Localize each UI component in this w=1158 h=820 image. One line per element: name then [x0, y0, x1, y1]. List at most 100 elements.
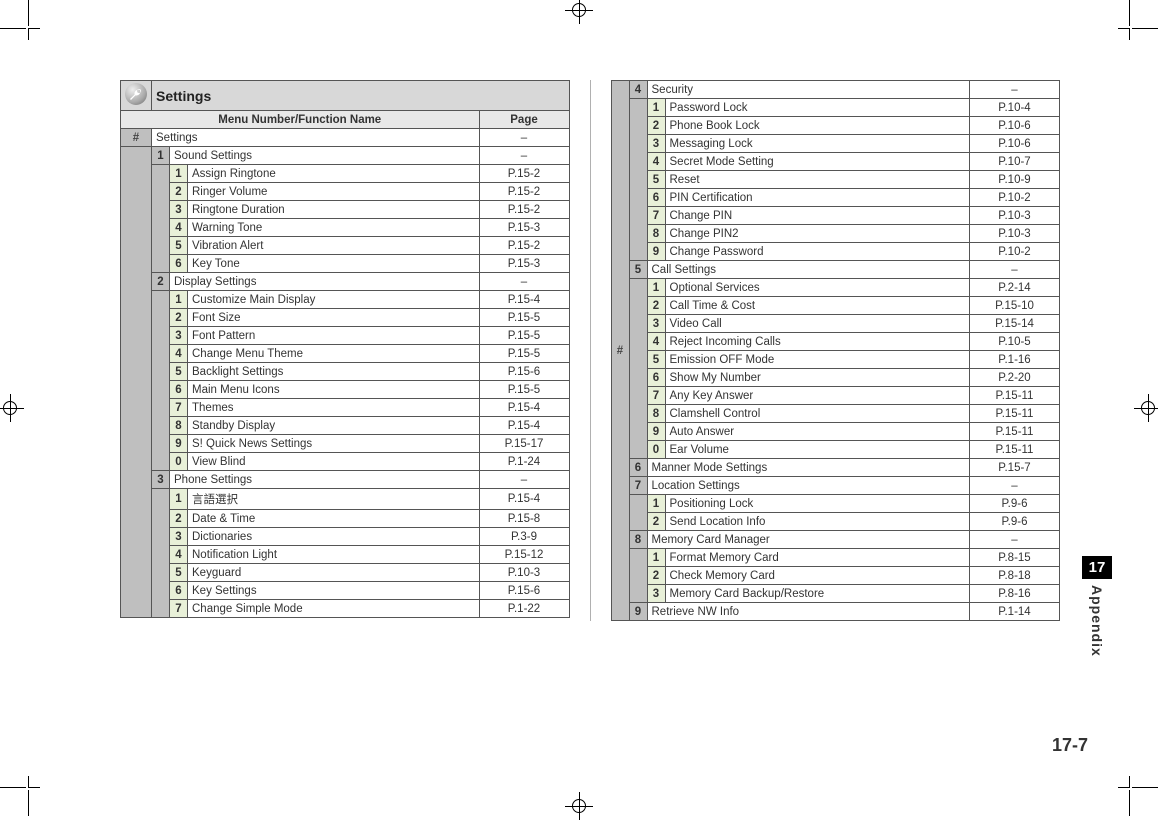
- item-page: P.10-4: [970, 99, 1060, 117]
- item-num: 3: [170, 528, 188, 546]
- item-name: Clamshell Control: [665, 405, 970, 423]
- item-num: 1: [170, 489, 188, 510]
- item-name: Reset: [665, 171, 970, 189]
- item-num: 9: [647, 243, 665, 261]
- crop-mark: [28, 776, 40, 788]
- item-page: P.10-7: [970, 153, 1060, 171]
- item-name: Secret Mode Setting: [665, 153, 970, 171]
- crop-mark: [0, 787, 26, 788]
- group-name: Phone Settings: [170, 471, 480, 489]
- item-name: Vibration Alert: [188, 237, 480, 255]
- item-name: Notification Light: [188, 546, 480, 564]
- item-page: P.10-6: [970, 135, 1060, 153]
- item-page: P.15-2: [479, 201, 569, 219]
- item-page: P.15-11: [970, 423, 1060, 441]
- item-num: 1: [170, 165, 188, 183]
- item-name: Reject Incoming Calls: [665, 333, 970, 351]
- item-num: 6: [170, 381, 188, 399]
- crop-mark: [1129, 790, 1130, 816]
- hash-cell: #: [611, 81, 629, 621]
- group-page: –: [970, 531, 1060, 549]
- item-page: P.8-16: [970, 585, 1060, 603]
- crop-mark: [0, 28, 26, 29]
- item-name: Key Tone: [188, 255, 480, 273]
- item-num: 3: [170, 327, 188, 345]
- item-num: 4: [170, 546, 188, 564]
- page-content: Settings Menu Number/Function Name Page …: [120, 80, 1060, 621]
- indent-col: [121, 147, 152, 618]
- group-num: 4: [629, 81, 647, 99]
- item-num: 9: [647, 423, 665, 441]
- group-num: 7: [629, 477, 647, 495]
- item-name: Font Size: [188, 309, 480, 327]
- item-num: 2: [170, 183, 188, 201]
- item-name: Format Memory Card: [665, 549, 970, 567]
- item-page: P.10-3: [479, 564, 569, 582]
- item-page: P.15-10: [970, 297, 1060, 315]
- item-num: 2: [170, 309, 188, 327]
- item-page: P.8-18: [970, 567, 1060, 585]
- settings-table-right: #4 Security –1 Password Lock P.10-42 Pho…: [611, 80, 1061, 621]
- registration-mark: [571, 2, 587, 18]
- settings-icon: [121, 81, 152, 111]
- chapter-label: Appendix: [1089, 579, 1105, 657]
- item-page: P.10-3: [970, 207, 1060, 225]
- group-name: Retrieve NW Info: [647, 603, 970, 621]
- item-num: 7: [170, 399, 188, 417]
- crop-mark: [28, 28, 40, 40]
- item-num: 5: [647, 351, 665, 369]
- item-page: P.15-4: [479, 291, 569, 309]
- item-name: Change Menu Theme: [188, 345, 480, 363]
- item-page: P.2-20: [970, 369, 1060, 387]
- item-num: 1: [647, 495, 665, 513]
- item-name: Warning Tone: [188, 219, 480, 237]
- item-num: 8: [170, 417, 188, 435]
- item-num: 5: [170, 363, 188, 381]
- indent-col: [629, 549, 647, 603]
- item-num: 2: [647, 513, 665, 531]
- item-page: P.8-15: [970, 549, 1060, 567]
- item-num: 1: [647, 549, 665, 567]
- item-page: P.15-3: [479, 255, 569, 273]
- item-page: P.15-4: [479, 417, 569, 435]
- registration-mark: [1140, 400, 1156, 416]
- item-num: 5: [170, 237, 188, 255]
- item-page: P.2-14: [970, 279, 1060, 297]
- crop-mark: [1129, 0, 1130, 26]
- item-page: P.9-6: [970, 513, 1060, 531]
- hash-cell: #: [121, 129, 152, 147]
- item-name: Change Simple Mode: [188, 600, 480, 618]
- item-num: 2: [170, 510, 188, 528]
- item-name: Dictionaries: [188, 528, 480, 546]
- item-num: 1: [647, 99, 665, 117]
- item-page: P.15-11: [970, 441, 1060, 459]
- item-name: Emission OFF Mode: [665, 351, 970, 369]
- item-page: P.15-6: [479, 363, 569, 381]
- item-num: 8: [647, 225, 665, 243]
- settings-table-left: Settings Menu Number/Function Name Page …: [120, 80, 570, 618]
- item-num: 2: [647, 297, 665, 315]
- item-num: 3: [647, 585, 665, 603]
- item-name: Customize Main Display: [188, 291, 480, 309]
- item-num: 4: [647, 153, 665, 171]
- item-num: 6: [647, 369, 665, 387]
- group-num: 2: [152, 273, 170, 291]
- item-num: 2: [647, 117, 665, 135]
- group-name: Manner Mode Settings: [647, 459, 970, 477]
- item-page: P.15-4: [479, 489, 569, 510]
- group-num: 1: [152, 147, 170, 165]
- item-num: 2: [647, 567, 665, 585]
- indent-col: [629, 495, 647, 531]
- item-page: P.15-4: [479, 399, 569, 417]
- item-page: P.15-2: [479, 165, 569, 183]
- registration-mark: [571, 798, 587, 814]
- item-name: Memory Card Backup/Restore: [665, 585, 970, 603]
- group-page: –: [479, 471, 569, 489]
- item-name: Messaging Lock: [665, 135, 970, 153]
- item-num: 5: [170, 564, 188, 582]
- registration-mark: [2, 400, 18, 416]
- indent-col: [152, 165, 170, 273]
- side-tab: 17 Appendix: [1082, 556, 1112, 660]
- item-name: Positioning Lock: [665, 495, 970, 513]
- item-page: P.15-5: [479, 327, 569, 345]
